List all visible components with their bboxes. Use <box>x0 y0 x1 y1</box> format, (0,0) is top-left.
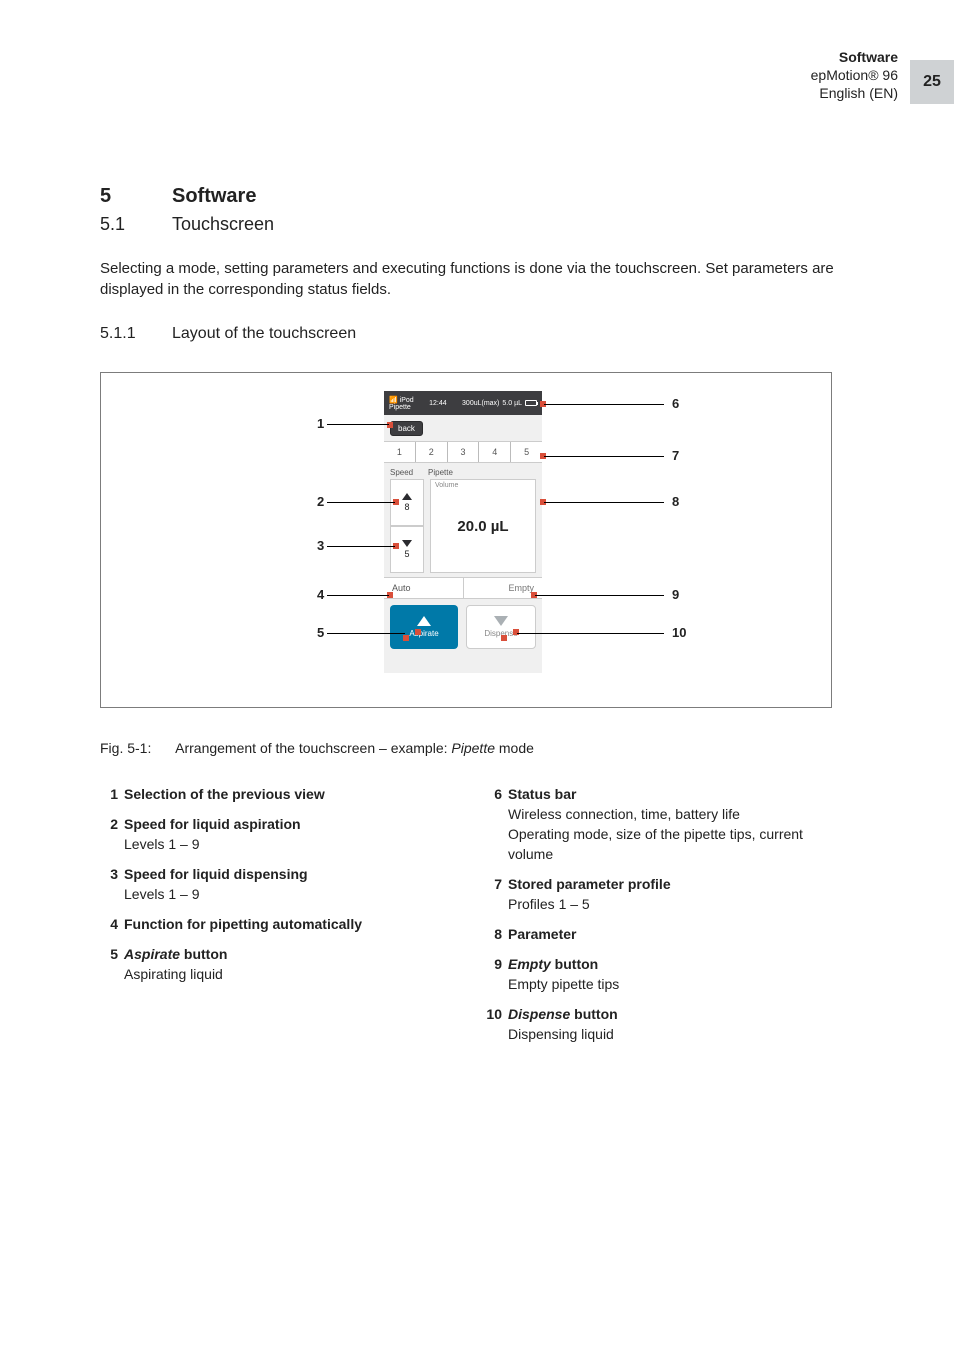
callout-line <box>327 502 395 503</box>
back-button[interactable]: back <box>390 421 423 436</box>
figure-legend: 1Selection of the previous view 2Speed f… <box>100 784 850 1054</box>
heading-5-1: 5.1Touchscreen <box>100 214 274 235</box>
aspirate-button[interactable]: Aspirate <box>390 605 458 649</box>
profile-tab-1[interactable]: 1 <box>384 442 416 462</box>
status-tips: 300uL(max) <box>462 400 499 407</box>
back-row: back <box>384 415 542 441</box>
aspirate-triangle-icon <box>417 616 431 626</box>
legend-left-column: 1Selection of the previous view 2Speed f… <box>100 784 466 1054</box>
volume-field[interactable]: Volume 20.0 µL <box>430 479 536 573</box>
callout-line <box>327 546 395 547</box>
heading-5: 5Software <box>100 185 256 208</box>
legend-item: 8Parameter <box>484 924 850 944</box>
legend-item: 1Selection of the previous view <box>100 784 466 804</box>
figure-caption: Fig. 5-1: Arrangement of the touchscreen… <box>100 740 534 756</box>
triangle-up-icon <box>402 493 412 500</box>
running-header: Software epMotion® 96 English (EN) <box>811 48 898 102</box>
triangle-down-icon <box>402 540 412 547</box>
callout-marker <box>501 635 507 641</box>
callout-line <box>327 633 405 634</box>
profile-tab-4[interactable]: 4 <box>479 442 511 462</box>
battery-icon <box>525 400 537 406</box>
callout-number: 8 <box>672 494 679 509</box>
callout-line <box>535 595 664 596</box>
dispense-triangle-icon <box>494 616 508 626</box>
legend-item: 7Stored parameter profileProfiles 1 – 5 <box>484 874 850 914</box>
auto-empty-row: Auto Empty <box>384 577 542 599</box>
callout-number: 6 <box>672 396 679 411</box>
legend-item: 9Empty buttonEmpty pipette tips <box>484 954 850 994</box>
callout-number: 2 <box>317 494 324 509</box>
dispense-button[interactable]: Dispense <box>466 605 536 649</box>
speed-column: 8 5 <box>390 479 424 573</box>
status-vol: 5.0 µL <box>502 400 522 407</box>
aspirate-dispense-row: Aspirate Dispense <box>384 599 542 655</box>
legend-right-column: 6Status barWireless connection, time, ba… <box>484 784 850 1054</box>
callout-line <box>544 404 664 405</box>
profile-tab-3[interactable]: 3 <box>448 442 480 462</box>
callout-number: 1 <box>317 416 324 431</box>
callout-line <box>327 424 389 425</box>
callout-number: 10 <box>672 625 686 640</box>
dispense-speed-cell[interactable]: 5 <box>390 526 424 573</box>
callout-line <box>544 456 664 457</box>
callout-marker <box>403 635 409 641</box>
header-product: epMotion® 96 <box>811 66 898 84</box>
header-lang: English (EN) <box>811 84 898 102</box>
legend-item: 6Status barWireless connection, time, ba… <box>484 784 850 864</box>
intro-paragraph: Selecting a mode, setting parameters and… <box>100 258 855 300</box>
callout-marker <box>415 629 421 635</box>
callout-line <box>544 502 664 503</box>
profile-tab-2[interactable]: 2 <box>416 442 448 462</box>
legend-item: 10Dispense buttonDispensing liquid <box>484 1004 850 1044</box>
heading-5-1-1: 5.1.1Layout of the touchscreen <box>100 325 356 343</box>
param-row: 8 5 Volume 20.0 µL <box>384 477 542 577</box>
callout-number: 9 <box>672 587 679 602</box>
callout-number: 7 <box>672 448 679 463</box>
callout-marker <box>513 629 519 635</box>
callout-line <box>517 633 664 634</box>
callout-marker <box>387 422 393 428</box>
wifi-icon: 📶 <box>389 397 398 404</box>
profile-tabs: 1 2 3 4 5 <box>384 441 542 463</box>
page-number-tab: 25 <box>910 60 954 104</box>
figure-box: 📶 iPod Pipette 12:44 300uL(max) 5.0 µL b… <box>100 372 832 708</box>
param-labels: Speed Pipette <box>384 463 542 477</box>
callout-number: 3 <box>317 538 324 553</box>
legend-desc: Wireless connection, time, battery lifeO… <box>508 806 803 862</box>
auto-button[interactable]: Auto <box>384 578 464 598</box>
legend-item: 2Speed for liquid aspirationLevels 1 – 9 <box>100 814 466 854</box>
legend-item: 4Function for pipetting automatically <box>100 914 466 934</box>
header-section: Software <box>811 48 898 66</box>
legend-item: 5Aspirate buttonAspirating liquid <box>100 944 466 984</box>
callout-number: 4 <box>317 587 324 602</box>
status-time: 12:44 <box>429 400 447 407</box>
callout-number: 5 <box>317 625 324 640</box>
profile-tab-5[interactable]: 5 <box>511 442 542 462</box>
legend-item: 3Speed for liquid dispensingLevels 1 – 9 <box>100 864 466 904</box>
status-bar: 📶 iPod Pipette 12:44 300uL(max) 5.0 µL <box>384 391 542 415</box>
callout-line <box>327 595 389 596</box>
